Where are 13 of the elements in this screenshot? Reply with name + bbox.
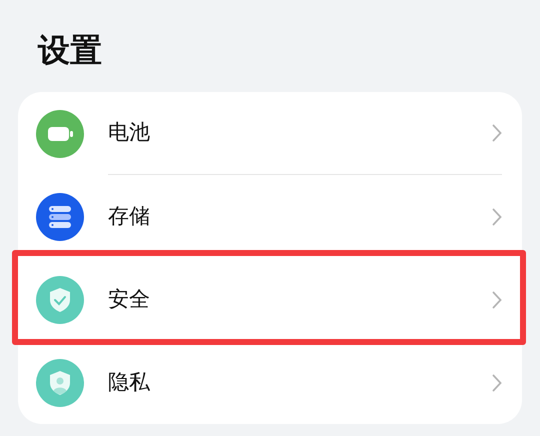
item-label: 隐私 bbox=[108, 368, 150, 396]
settings-item[interactable]: 隐私 bbox=[18, 341, 522, 424]
chevron-right-icon bbox=[492, 208, 502, 226]
item-label: 安全 bbox=[108, 286, 150, 313]
chevron-right-icon bbox=[492, 124, 502, 142]
settings-item[interactable]: 电池 bbox=[18, 92, 522, 175]
settings-item[interactable]: 安全 bbox=[18, 258, 522, 341]
chevron-right-icon bbox=[492, 374, 502, 392]
item-label: 电池 bbox=[108, 119, 150, 146]
page-title: 设置 bbox=[38, 30, 102, 71]
chevron-right-icon bbox=[492, 290, 502, 308]
item-label: 存储 bbox=[108, 202, 150, 230]
settings-item[interactable]: 存储 bbox=[18, 175, 522, 258]
